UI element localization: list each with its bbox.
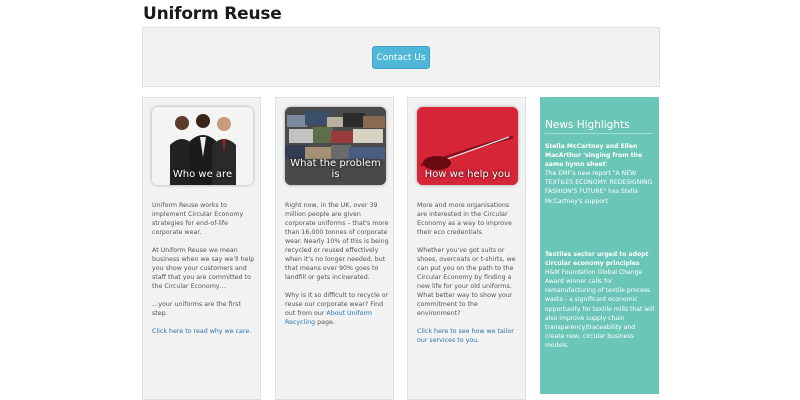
paragraph: At Uniform Reuse we mean business when w…	[152, 247, 255, 290]
paragraph: Uniform Reuse works to implement Circula…	[152, 202, 244, 236]
card-caption: What the problem is	[290, 158, 381, 180]
paragraph-text: page.	[315, 319, 335, 326]
paragraph: Whether you've got suits or shoes, overc…	[417, 247, 516, 317]
contact-band: Contact Us	[142, 27, 660, 87]
tailor-services-link[interactable]: Click here to see how we tailor our serv…	[417, 328, 514, 344]
news-headline[interactable]: Stella McCartney and Ellen MacArthur 'si…	[545, 142, 655, 169]
news-headline[interactable]: Textiles sector urged to adopt circular …	[545, 250, 655, 268]
paragraph: …your uniforms are the first step.	[152, 301, 241, 317]
what-the-problem-is-card: What the problem is Right now, in the UK…	[275, 97, 394, 400]
paragraph: More and more organisations are interest…	[417, 202, 512, 236]
card-text: More and more organisations are interest…	[417, 201, 521, 354]
news-item: Stella McCartney and Ellen MacArthur 'si…	[545, 142, 655, 206]
who-we-are-card: Who we are Uniform Reuse works to implem…	[142, 97, 261, 400]
card-caption: Who we are	[172, 169, 233, 180]
card-text: Uniform Reuse works to implement Circula…	[152, 201, 256, 345]
what-the-problem-is-image[interactable]: What the problem is	[285, 107, 386, 185]
page-title: Uniform Reuse	[143, 4, 282, 24]
card-caption: How we help you	[424, 169, 511, 180]
news-item: Textiles sector urged to adopt circular …	[545, 250, 655, 350]
paragraph: Right now, in the UK, over 39 million pe…	[285, 202, 389, 281]
divider	[545, 133, 653, 134]
who-we-are-image[interactable]: Who we are	[152, 107, 253, 185]
how-we-help-you-card: How we help you More and more organisati…	[407, 97, 526, 400]
why-we-care-link[interactable]: Click here to read why we care.	[152, 328, 251, 335]
news-highlights-panel: News Highlights Stella McCartney and Ell…	[540, 97, 659, 394]
news-body: The EMF's new report "A NEW TEXTILES ECO…	[545, 170, 653, 205]
card-text: Right now, in the UK, over 39 million pe…	[285, 201, 389, 336]
news-title: News Highlights	[545, 119, 630, 131]
contact-us-button[interactable]: Contact Us	[372, 46, 430, 69]
paragraph: Why is it so difficult to recycle or reu…	[285, 291, 389, 327]
how-we-help-you-image[interactable]: How we help you	[417, 107, 518, 185]
news-body: H&M Foundation Global Change Award winne…	[545, 269, 655, 349]
